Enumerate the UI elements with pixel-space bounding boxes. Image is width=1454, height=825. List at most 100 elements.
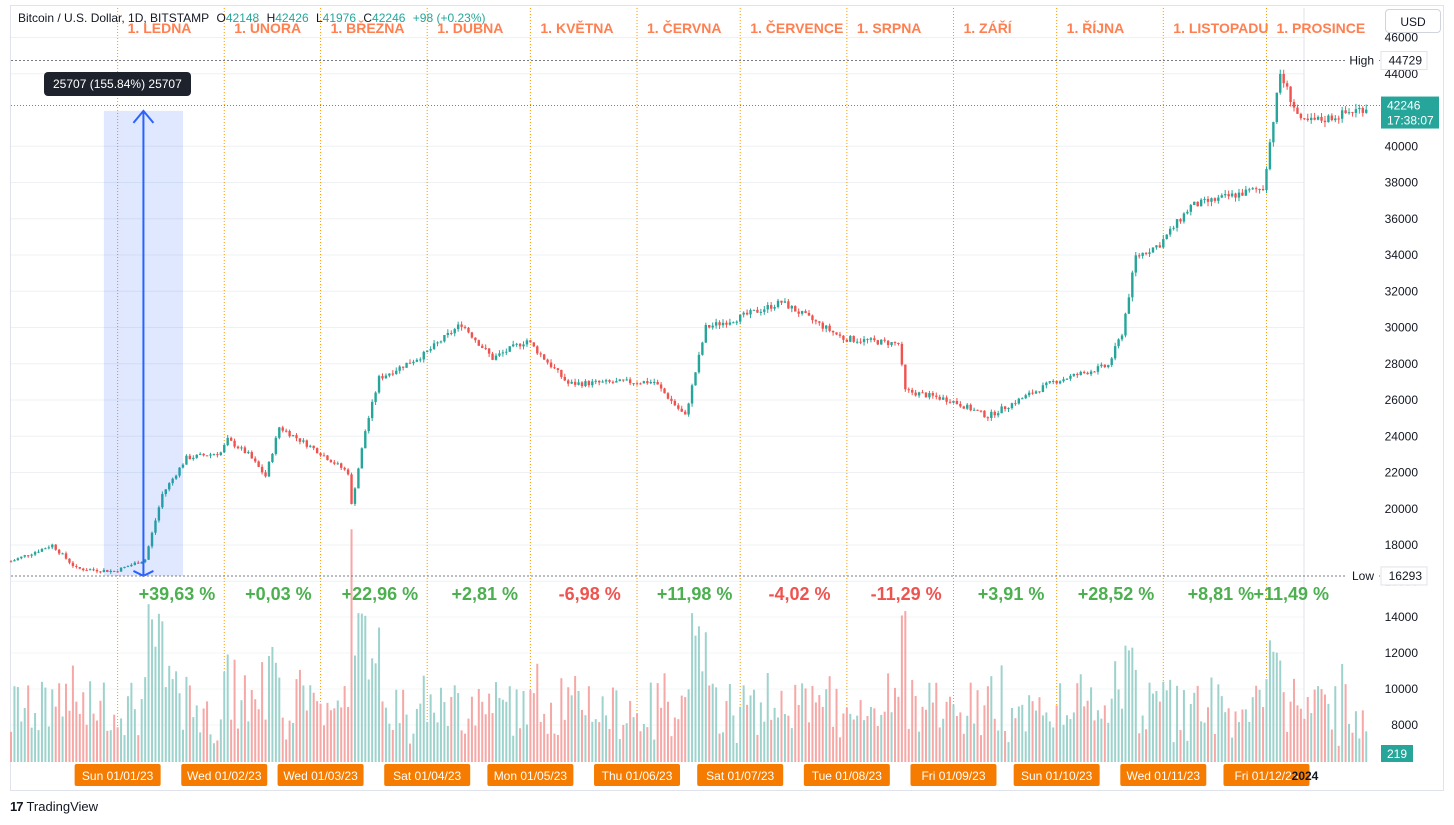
volume-bar: [161, 621, 164, 762]
volume-bar: [460, 730, 463, 762]
volume-bar: [68, 710, 71, 762]
volume-bar: [1255, 685, 1258, 762]
volume-bar: [845, 707, 848, 762]
candle-body: [721, 322, 725, 326]
month-label: 1. ČERVNA: [647, 19, 721, 36]
close-label: C: [363, 11, 373, 25]
volume-bar: [1220, 696, 1223, 762]
candle-body: [697, 354, 701, 373]
volume-bar: [687, 689, 690, 762]
volume-bar: [216, 740, 219, 762]
candle-body: [567, 380, 570, 384]
volume-bar: [302, 685, 305, 762]
price-tick-label: 40000: [1385, 139, 1419, 153]
candle-body: [477, 340, 480, 346]
candle-body: [1285, 83, 1289, 87]
volume-bar: [979, 735, 982, 762]
candle-body: [436, 342, 439, 344]
monthly-change-label: +11,98 %: [657, 584, 733, 604]
volume-bar: [230, 719, 233, 762]
candle-body: [945, 397, 948, 402]
volume-bar: [646, 727, 649, 762]
volume-bar: [281, 717, 284, 762]
volume-bar: [223, 671, 226, 762]
candle-body: [322, 455, 326, 457]
candle-body: [735, 321, 738, 323]
volume-bar: [340, 707, 343, 762]
candle-body: [391, 373, 395, 375]
candle-body: [1189, 205, 1193, 212]
volume-bar: [336, 700, 339, 762]
candle-body: [260, 466, 264, 473]
volume-bar: [1279, 660, 1282, 762]
candle-body: [401, 366, 405, 368]
candle-body: [271, 453, 274, 462]
volume-bar: [1275, 652, 1278, 762]
candle-body: [656, 382, 659, 385]
low-label: Low: [1352, 569, 1374, 583]
candle-body: [866, 339, 869, 341]
candle-body: [1045, 382, 1048, 386]
candle-body: [959, 403, 962, 407]
volume-bar: [1189, 703, 1192, 762]
candle-body: [209, 454, 212, 456]
volume-bar: [360, 613, 363, 762]
volume-bar: [1337, 745, 1340, 762]
candle-body: [405, 362, 408, 368]
candle-body: [701, 342, 704, 355]
month-label: 1. ŘÍJNA: [1067, 19, 1125, 36]
volume-bar: [1117, 689, 1120, 762]
volume-tick-label: 8000: [1391, 718, 1418, 732]
candle-body: [267, 461, 271, 477]
volume-bar: [1237, 722, 1240, 762]
volume-bar: [1303, 718, 1306, 762]
candle-body: [591, 381, 594, 386]
candle-body: [13, 560, 16, 562]
candle-body: [61, 553, 64, 555]
candle-body: [1199, 199, 1203, 207]
candle-body: [570, 381, 573, 384]
volume-bar: [89, 681, 92, 762]
price-tick-label: 38000: [1385, 176, 1419, 190]
candle-body: [663, 388, 666, 394]
candle-body: [996, 413, 1000, 416]
volume-bar: [488, 693, 491, 762]
candle-body: [666, 393, 670, 399]
candle-body: [897, 342, 900, 344]
volume-bar: [154, 646, 157, 762]
volume-bar: [271, 646, 274, 762]
volume-bar: [653, 739, 656, 762]
volume-bar: [818, 695, 821, 762]
volume-bar: [61, 716, 64, 762]
volume-bar: [1251, 697, 1254, 762]
candle-body: [419, 359, 422, 361]
candle-body: [432, 343, 436, 350]
monthly-change-label: +22,96 %: [342, 584, 419, 604]
price-chart[interactable]: 1. LEDNA+39,63 %Sun 01/01/231. ÚNORA+0,0…: [0, 0, 1454, 825]
candle-body: [1007, 408, 1010, 410]
currency-button[interactable]: USD: [1385, 9, 1441, 33]
volume-bar: [212, 743, 215, 762]
volume-bar: [27, 685, 30, 762]
candle-body: [1196, 201, 1199, 207]
volume-bar: [233, 659, 236, 762]
candle-body: [862, 339, 866, 342]
volume-bar: [1224, 712, 1227, 762]
candle-body: [752, 309, 756, 311]
candle-body: [904, 364, 907, 390]
volume-bar: [715, 687, 718, 762]
candle-body: [185, 455, 188, 465]
volume-bar: [1196, 685, 1199, 762]
volume-bar: [395, 689, 398, 762]
candle-body: [1265, 169, 1268, 191]
candle-body: [921, 392, 924, 394]
candle-body: [979, 410, 983, 412]
volume-bar: [494, 682, 497, 762]
volume-bar: [147, 604, 150, 762]
candle-body: [687, 403, 690, 415]
volume-bar: [109, 730, 112, 762]
volume-bar: [237, 728, 240, 762]
volume-bar: [240, 700, 243, 762]
volume-bar: [23, 707, 26, 762]
volume-bar: [605, 715, 608, 762]
